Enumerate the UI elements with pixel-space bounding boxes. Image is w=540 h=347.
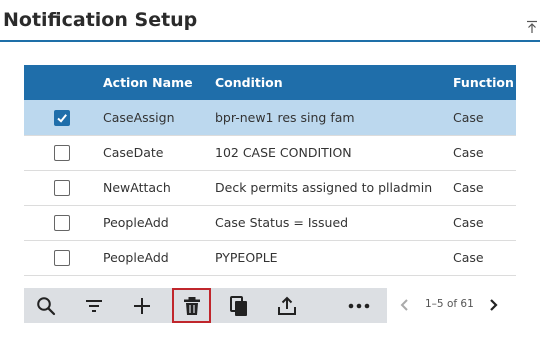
condition-cell: Deck permits assigned to plladmin — [215, 180, 433, 195]
delete-icon — [183, 296, 200, 315]
copy-icon — [230, 295, 247, 316]
table-row[interactable]: CaseAssign bpr-new1 res sing fam Case — [24, 100, 516, 135]
row-checkbox[interactable] — [54, 109, 70, 126]
filter-icon — [86, 299, 102, 312]
function-cell: Case — [453, 180, 484, 195]
page-title: Notification Setup — [3, 9, 198, 31]
action-name-cell: PeopleAdd — [103, 215, 169, 230]
action-toolbar — [24, 288, 387, 323]
export-button[interactable] — [269, 288, 305, 323]
column-header-action-name[interactable]: Action Name — [103, 65, 215, 100]
notification-table: Action Name Condition Function CaseAssig… — [24, 65, 516, 277]
table-row[interactable]: PeopleAdd Case Status = Issued Case — [24, 205, 516, 240]
page-header: Notification Setup — [0, 0, 540, 42]
condition-cell: bpr-new1 res sing fam — [215, 109, 355, 125]
add-icon — [134, 297, 150, 314]
pagination: 1–5 of 61 — [393, 288, 513, 323]
row-checkbox[interactable] — [54, 214, 70, 231]
export-icon — [278, 296, 296, 315]
table-row[interactable]: PeopleAdd PYPEOPLE Case — [24, 240, 516, 275]
action-name-cell: PeopleAdd — [103, 250, 169, 265]
prev-page-button[interactable] — [397, 297, 413, 313]
copy-button[interactable] — [221, 288, 257, 323]
row-checkbox[interactable] — [54, 144, 70, 161]
collapse-top-icon[interactable] — [526, 19, 538, 33]
action-name-cell: NewAttach — [103, 180, 171, 195]
condition-cell: Case Status = Issued — [215, 215, 349, 230]
filter-button[interactable] — [76, 288, 112, 323]
condition-cell: PYPEOPLE — [215, 250, 278, 265]
function-cell: Case — [453, 250, 484, 265]
more-button[interactable] — [341, 288, 377, 323]
more-icon — [348, 303, 370, 308]
action-name-cell: CaseDate — [103, 145, 164, 160]
row-checkbox[interactable] — [54, 249, 70, 266]
action-name-cell: CaseAssign — [103, 109, 175, 125]
pagination-range: 1–5 of 61 — [425, 298, 474, 310]
table-header-row: Action Name Condition Function — [24, 65, 516, 100]
table-row[interactable]: CaseDate 102 CASE CONDITION Case — [24, 135, 516, 170]
search-button[interactable] — [28, 288, 64, 323]
next-page-button[interactable] — [485, 297, 501, 313]
add-button[interactable] — [124, 288, 160, 323]
chevron-left-icon — [400, 299, 408, 311]
function-cell: Case — [453, 145, 484, 160]
search-icon — [37, 296, 56, 315]
delete-button[interactable] — [172, 288, 211, 323]
function-cell: Case — [453, 215, 484, 230]
table-row[interactable]: NewAttach Deck permits assigned to pllad… — [24, 170, 516, 205]
select-column-header — [24, 65, 103, 100]
function-cell: Case — [453, 109, 484, 125]
column-header-condition[interactable]: Condition — [215, 65, 453, 100]
condition-cell: 102 CASE CONDITION — [215, 145, 352, 160]
chevron-right-icon — [490, 299, 498, 311]
column-header-function[interactable]: Function — [453, 65, 516, 100]
row-checkbox[interactable] — [54, 179, 70, 196]
